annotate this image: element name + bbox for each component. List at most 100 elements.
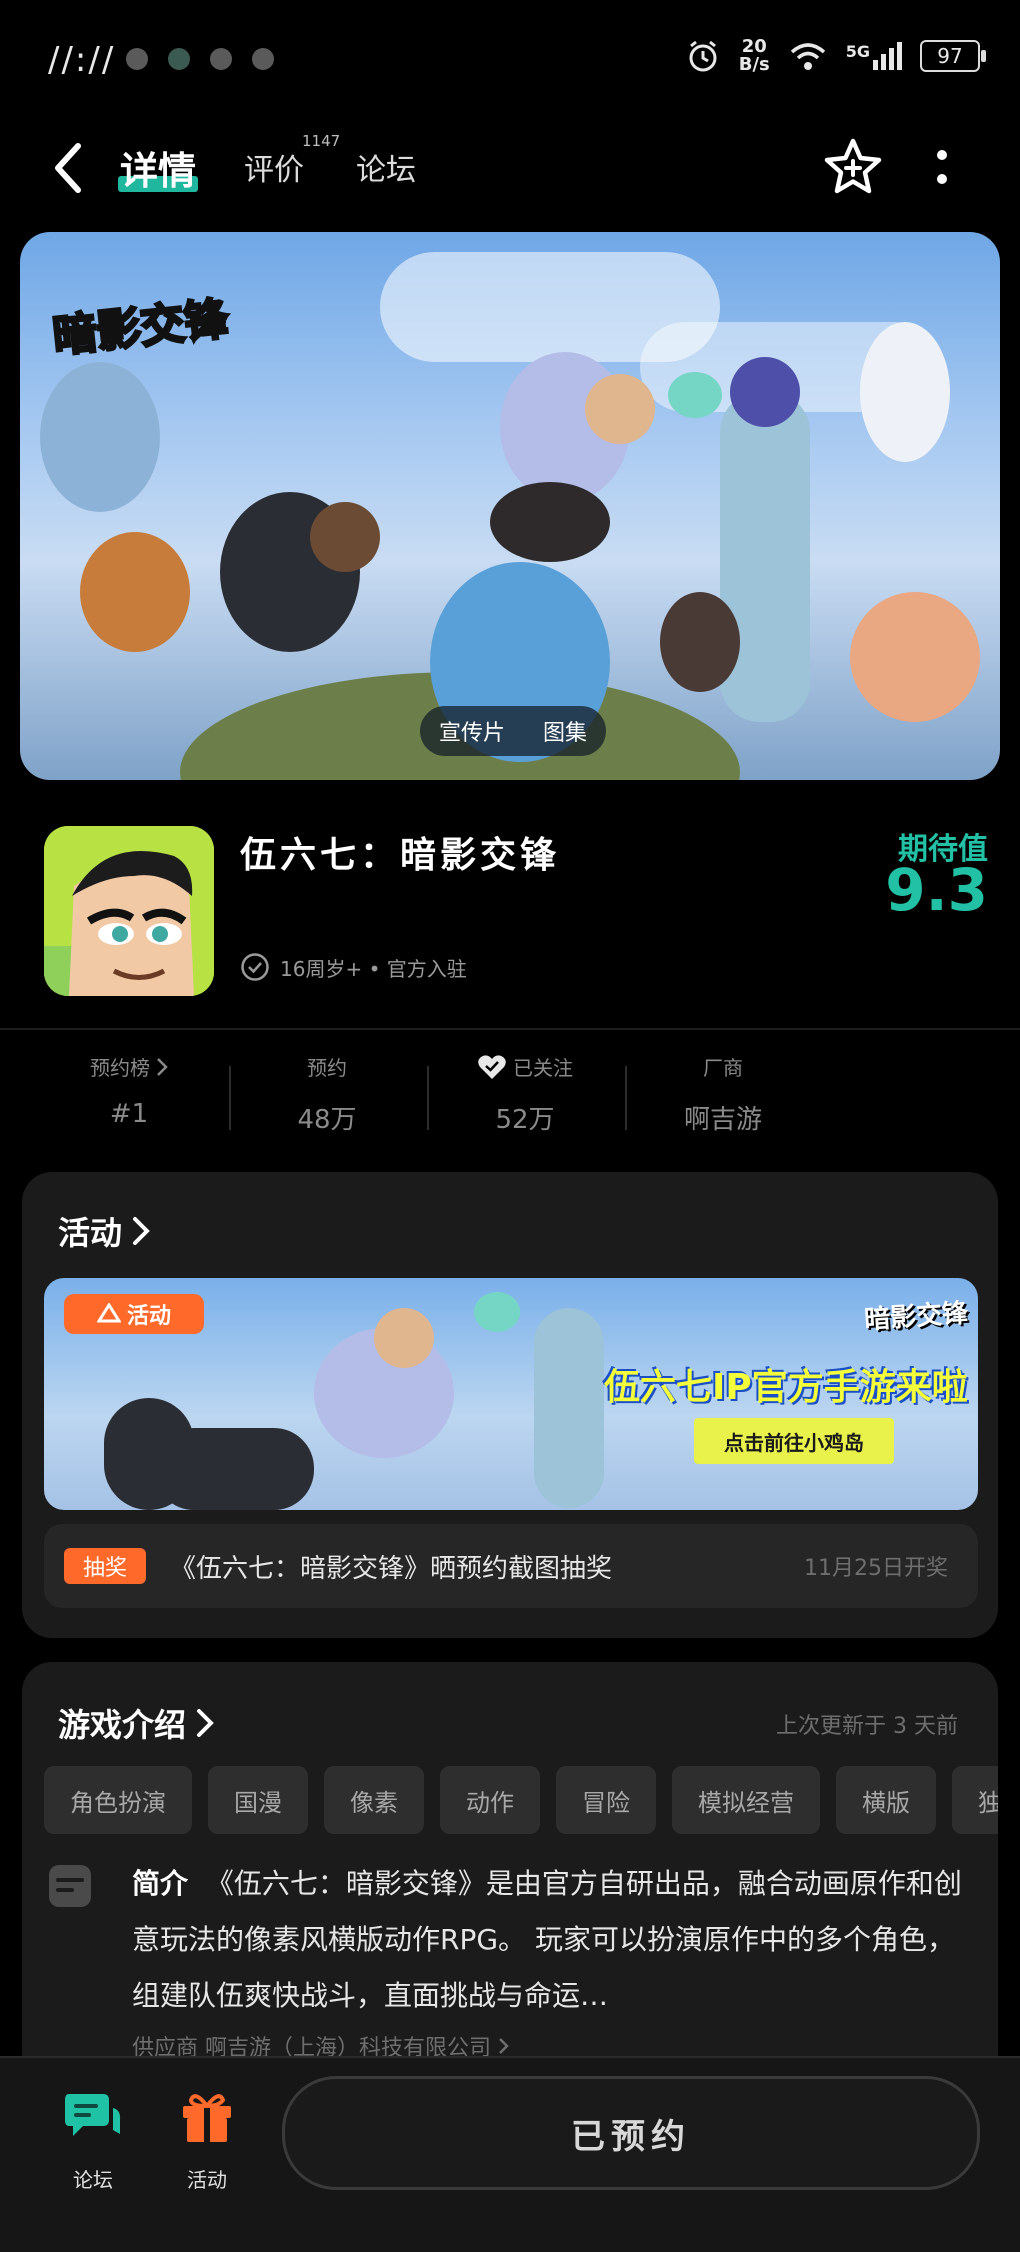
intro-description: 《伍六七：暗影交锋》是由官方自研出品，融合动画原作和创意玩法的像素风横版动作RP… [132, 1867, 962, 2012]
stat-label: 已关注 [426, 1052, 624, 1081]
chevron-right-icon [157, 1057, 168, 1076]
character-figure [720, 392, 810, 722]
character-figure [850, 592, 980, 722]
character-figure [490, 482, 610, 562]
genre-tag[interactable]: 国漫 [208, 1766, 308, 1834]
official-info: 16周岁+ • 官方入驻 [240, 952, 467, 982]
forum-chat-icon [65, 2094, 121, 2136]
signal-label: 5G [845, 42, 870, 61]
signal-icon: 5G [846, 42, 902, 70]
lottery-date: 11月25日开奖 [804, 1556, 948, 1581]
net-speed: 20 B/s [739, 38, 770, 74]
game-logo-text: 暗影交锋 [50, 293, 231, 362]
game-app-icon [44, 826, 214, 996]
wifi-icon [790, 43, 825, 70]
last-updated: 上次更新于 3 天前 [776, 1714, 958, 1739]
activity-title[interactable]: 活动 [58, 1208, 150, 1254]
back-arrow-icon[interactable] [50, 138, 86, 198]
stat-reservations-label: 预约 [307, 1056, 347, 1080]
notification-dot-icon [210, 48, 232, 70]
genre-tag[interactable]: 冒险 [556, 1766, 656, 1834]
hero-banner[interactable]: 暗影交锋 宣传片 图集 [20, 232, 1000, 780]
intro-doc-icon [49, 1865, 91, 1907]
genre-tag[interactable]: 角色扮演 [44, 1766, 192, 1834]
status-time: //:// [48, 40, 116, 80]
lottery-item[interactable]: 抽奖 《伍六七：暗影交锋》晒预约截图抽奖 11月25日开奖 [44, 1524, 978, 1608]
activity-button[interactable]: 活动 [162, 2086, 252, 2193]
stat-developer-value: 啊吉游 [683, 1105, 762, 1135]
net-speed-unit: B/s [738, 54, 770, 75]
battery-indicator: 97 [920, 40, 986, 72]
megaphone-icon [96, 1303, 121, 1323]
stat-rank-label: 预约榜 [90, 1056, 150, 1080]
trailer-tab[interactable]: 宣传片 [439, 715, 505, 747]
tab-forum[interactable]: 论坛 [356, 145, 416, 189]
activity-headline: 伍六七IP官方手游来啦 [604, 1367, 968, 1408]
game-title: 伍六七：暗影交锋 [240, 835, 561, 876]
character-figure [80, 532, 190, 652]
stat-developer[interactable]: 厂商 啊吉游 [624, 1052, 822, 1136]
character-head [585, 374, 655, 444]
alarm-icon [689, 40, 717, 72]
character-head [730, 357, 800, 427]
character-figure [660, 592, 740, 692]
activity-logo: 暗影交锋 [863, 1298, 970, 1336]
game-logo: 暗影交锋 [49, 292, 233, 364]
reviews-count-badge: 1147 [302, 132, 341, 150]
chicken-mascot [474, 1292, 520, 1332]
intro-title[interactable]: 游戏介绍 [58, 1700, 214, 1746]
intro-body[interactable]: 简介 《伍六七：暗影交锋》是由官方自研出品，融合动画原作和创意玩法的像素风横版动… [132, 1856, 968, 2024]
activity-banner[interactable]: 活动 暗影交锋 伍六七IP官方手游来啦 点击前往小鸡岛 [44, 1278, 978, 1510]
stat-followers-label: 已关注 [513, 1056, 573, 1080]
divider [0, 1028, 1020, 1030]
chevron-right-icon [499, 2038, 509, 2054]
favorite-star-icon[interactable] [820, 135, 886, 201]
stat-rank[interactable]: 预约榜 #1 [30, 1052, 228, 1129]
forum-button[interactable]: 论坛 [48, 2086, 138, 2193]
lottery-text: 《伍六七：暗影交锋》晒预约截图抽奖 [170, 1553, 613, 1584]
gallery-tab[interactable]: 图集 [543, 715, 587, 747]
notification-dot-icon [168, 48, 190, 70]
stat-label: 预约榜 [30, 1052, 228, 1081]
tab-reviews[interactable]: 评价 [244, 145, 304, 189]
lottery-tag: 抽奖 [64, 1548, 146, 1584]
media-tabs: 宣传片 图集 [420, 706, 606, 756]
more-options-icon[interactable] [932, 146, 952, 190]
expect-score-value: 9.3 [885, 856, 988, 924]
chevron-right-icon [133, 1217, 150, 1245]
reserved-button[interactable]: 已预约 [282, 2076, 980, 2190]
activity-label: 活动 [187, 2168, 227, 2192]
intro-title-label: 游戏介绍 [58, 1706, 187, 1744]
genre-tags: 角色扮演 国漫 像素 动作 冒险 模拟经营 横版 独 [44, 1766, 998, 1834]
character-figure [154, 1428, 314, 1510]
genre-tag[interactable]: 模拟经营 [672, 1766, 820, 1834]
chicken-mascot [668, 372, 722, 418]
stat-developer-label: 厂商 [703, 1056, 743, 1080]
activity-cta[interactable]: 点击前往小鸡岛 [694, 1418, 894, 1464]
activity-tag: 活动 [64, 1294, 204, 1334]
character-figure [860, 322, 950, 462]
stat-followers-value: 52万 [495, 1105, 555, 1135]
activity-title-label: 活动 [58, 1214, 123, 1252]
stat-rank-value: #1 [109, 1099, 149, 1129]
age-official-text: 16周岁+ • 官方入驻 [280, 956, 467, 981]
tab-details[interactable]: 详情 [120, 140, 196, 195]
character-figure [534, 1308, 604, 1508]
genre-tag[interactable]: 动作 [440, 1766, 540, 1834]
character-head [310, 502, 380, 572]
forum-label: 论坛 [73, 2168, 113, 2192]
gift-icon [183, 2094, 231, 2142]
intro-label: 简介 [132, 1867, 189, 1900]
notification-dot-icon [126, 48, 148, 70]
character-figure [40, 362, 160, 512]
genre-tag[interactable]: 横版 [836, 1766, 936, 1834]
stat-followers[interactable]: 已关注 52万 [426, 1052, 624, 1136]
heart-check-icon [478, 1054, 506, 1079]
chevron-right-icon [197, 1709, 214, 1737]
stat-reservations-value: 48万 [297, 1105, 357, 1135]
character-head [374, 1308, 434, 1368]
genre-tag[interactable]: 像素 [324, 1766, 424, 1834]
genre-tag[interactable]: 独 [952, 1766, 998, 1834]
stat-reservations: 预约 48万 [228, 1052, 426, 1136]
status-indicators: 20 B/s 5G 97 [685, 38, 986, 74]
